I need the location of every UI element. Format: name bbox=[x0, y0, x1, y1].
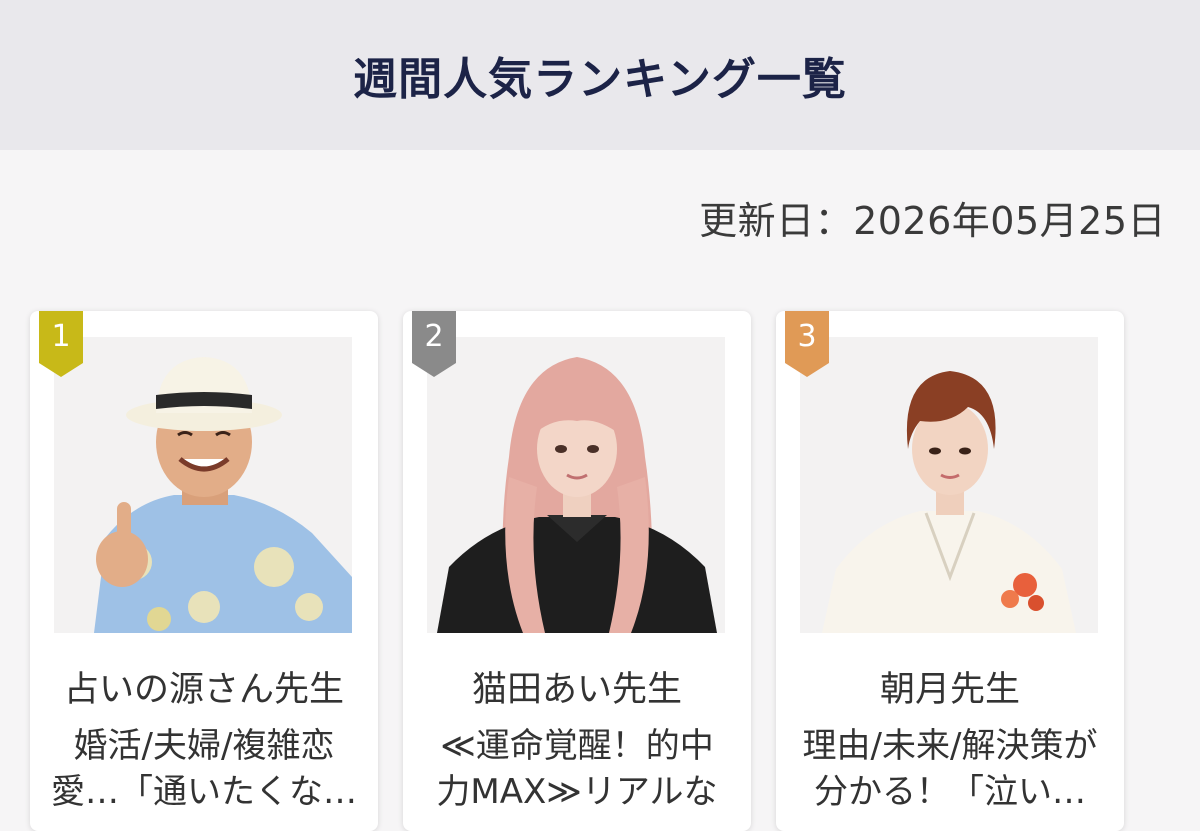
rank-badge-1: 1 bbox=[39, 311, 83, 377]
fortune-teller-name[interactable]: 朝月先生 bbox=[776, 661, 1124, 712]
catch-copy-line-2: 力MAX≫リアルな bbox=[436, 772, 718, 812]
ranking-card-2[interactable]: 2 猫田あい先生 ≪運命覚醒！的中 力MAX≫リアルな bbox=[403, 311, 751, 831]
catch-copy: 理由/未来/解決策が 分かる！「泣い… bbox=[784, 723, 1116, 815]
catch-copy-line-2: 分かる！「泣い… bbox=[814, 772, 1086, 812]
rank-badge-2: 2 bbox=[412, 311, 456, 377]
rank-number: 2 bbox=[424, 319, 444, 354]
catch-copy-line-2: 愛…「通いたくな… bbox=[51, 772, 357, 812]
catch-copy: ≪運命覚醒！的中 力MAX≫リアルな bbox=[411, 723, 743, 815]
ranking-card-3[interactable]: 3 朝月先生 理由/未来/解決策が 分かる！「泣い… bbox=[776, 311, 1124, 831]
fortune-teller-photo-man-hat[interactable] bbox=[54, 337, 352, 633]
fortune-teller-photo-woman-kimono[interactable] bbox=[800, 337, 1098, 633]
fortune-teller-photo-woman-pink-hair[interactable] bbox=[427, 337, 725, 633]
catch-copy-line-1: 理由/未来/解決策が bbox=[802, 726, 1098, 766]
catch-copy-line-1: 婚活/夫婦/複雑恋 bbox=[73, 726, 335, 766]
updated-date: 更新日：2026年05月25日 bbox=[699, 199, 1166, 243]
rank-number: 3 bbox=[797, 319, 817, 354]
catch-copy-line-1: ≪運命覚醒！的中 bbox=[440, 726, 714, 766]
rank-badge-3: 3 bbox=[785, 311, 829, 377]
fortune-teller-name[interactable]: 猫田あい先生 bbox=[403, 661, 751, 712]
catch-copy: 婚活/夫婦/複雑恋 愛…「通いたくな… bbox=[38, 723, 370, 815]
fortune-teller-name[interactable]: 占いの源さん先生 bbox=[30, 661, 378, 712]
page-title: 週間人気ランキング一覧 bbox=[353, 54, 847, 105]
rank-number: 1 bbox=[51, 319, 71, 354]
page-header: 週間人気ランキング一覧 bbox=[0, 0, 1200, 150]
ranking-card-1[interactable]: 1 占いの源さん先生 婚活/夫婦/複雑恋 愛…「通いたくな… bbox=[30, 311, 378, 831]
